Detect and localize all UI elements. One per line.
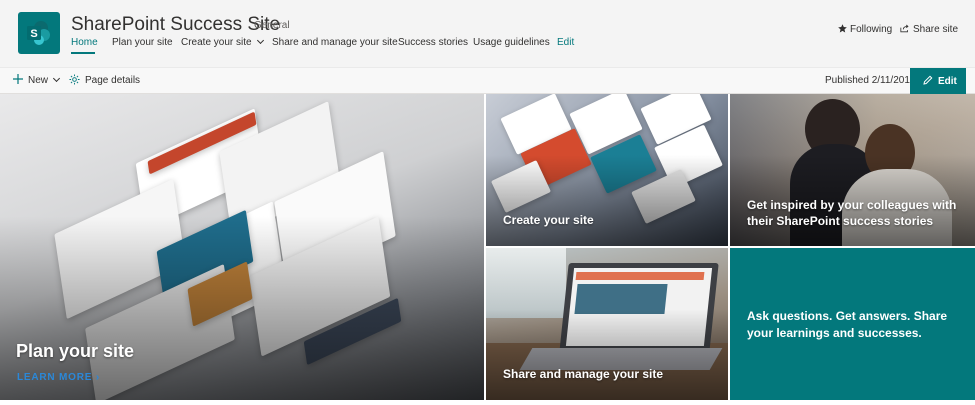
gear-icon: [69, 74, 80, 85]
hero-shade: [486, 308, 728, 400]
plus-icon: [13, 74, 23, 84]
site-classification: General: [254, 20, 290, 31]
sharepoint-logo-icon: S: [27, 21, 50, 45]
nav-item-create[interactable]: Create your site: [181, 36, 264, 48]
hero-title-create: Create your site: [503, 213, 594, 227]
chevron-down-icon: [256, 36, 264, 45]
hero-section: Plan your site LEARN MORE › Create your …: [0, 94, 975, 405]
hero-title-share: Share and manage your site: [503, 367, 664, 381]
new-label: New: [28, 75, 49, 86]
hero-tile-ask[interactable]: Ask questions. Get answers. Share your l…: [730, 248, 975, 400]
nav-item-stories[interactable]: Success stories: [398, 37, 468, 48]
hero-tile-plan[interactable]: Plan your site LEARN MORE ›: [0, 94, 484, 400]
hero-title-ask: Ask questions. Get answers. Share your l…: [747, 309, 948, 340]
nav-item-plan[interactable]: Plan your site: [112, 37, 173, 48]
page-details-button[interactable]: Page details: [69, 74, 140, 86]
nav-item-guidelines[interactable]: Usage guidelines: [473, 37, 550, 48]
hero-tile-inspire[interactable]: Get inspired by your colleagues with the…: [730, 94, 975, 246]
site-title[interactable]: SharePoint Success Site: [71, 14, 280, 36]
edit-button[interactable]: Edit: [910, 68, 966, 94]
share-site-label: Share site: [913, 24, 959, 35]
new-button[interactable]: New: [13, 74, 61, 86]
site-logo[interactable]: S: [18, 12, 60, 54]
hero-title-plan: Plan your site: [16, 341, 135, 361]
hero-tile-create[interactable]: Create your site: [486, 94, 728, 246]
chevron-right-icon: ›: [95, 372, 100, 383]
edit-label: Edit: [938, 76, 957, 87]
site-header: S SharePoint Success Site General Home P…: [0, 0, 975, 67]
star-icon: [838, 24, 847, 33]
nav-item-share[interactable]: Share and manage your site: [272, 37, 398, 48]
pencil-icon: [923, 75, 933, 85]
published-status: Published 2/11/2019: [825, 75, 916, 86]
nav-item-home[interactable]: Home: [71, 37, 98, 48]
page-details-label: Page details: [85, 75, 141, 86]
nav-active-indicator: [71, 52, 95, 54]
nav-edit-link[interactable]: Edit: [557, 37, 574, 48]
command-bar: New Page details Published 2/11/2019 Edi…: [0, 67, 975, 94]
svg-text:S: S: [30, 28, 37, 40]
following-label: Following: [850, 24, 893, 35]
chevron-down-icon: [52, 74, 61, 83]
learn-more-link[interactable]: LEARN MORE ›: [17, 372, 100, 383]
share-site-button[interactable]: Share site: [900, 24, 958, 35]
following-button[interactable]: Following: [838, 24, 892, 35]
hero-tile-share[interactable]: Share and manage your site: [486, 248, 728, 400]
nav-item-create-label: Create your site: [181, 37, 252, 48]
share-icon: [900, 24, 909, 33]
hero-title-inspire: Get inspired by your colleagues with the…: [747, 198, 957, 228]
hero-shade: [486, 154, 728, 246]
learn-more-label: LEARN MORE: [17, 372, 93, 383]
